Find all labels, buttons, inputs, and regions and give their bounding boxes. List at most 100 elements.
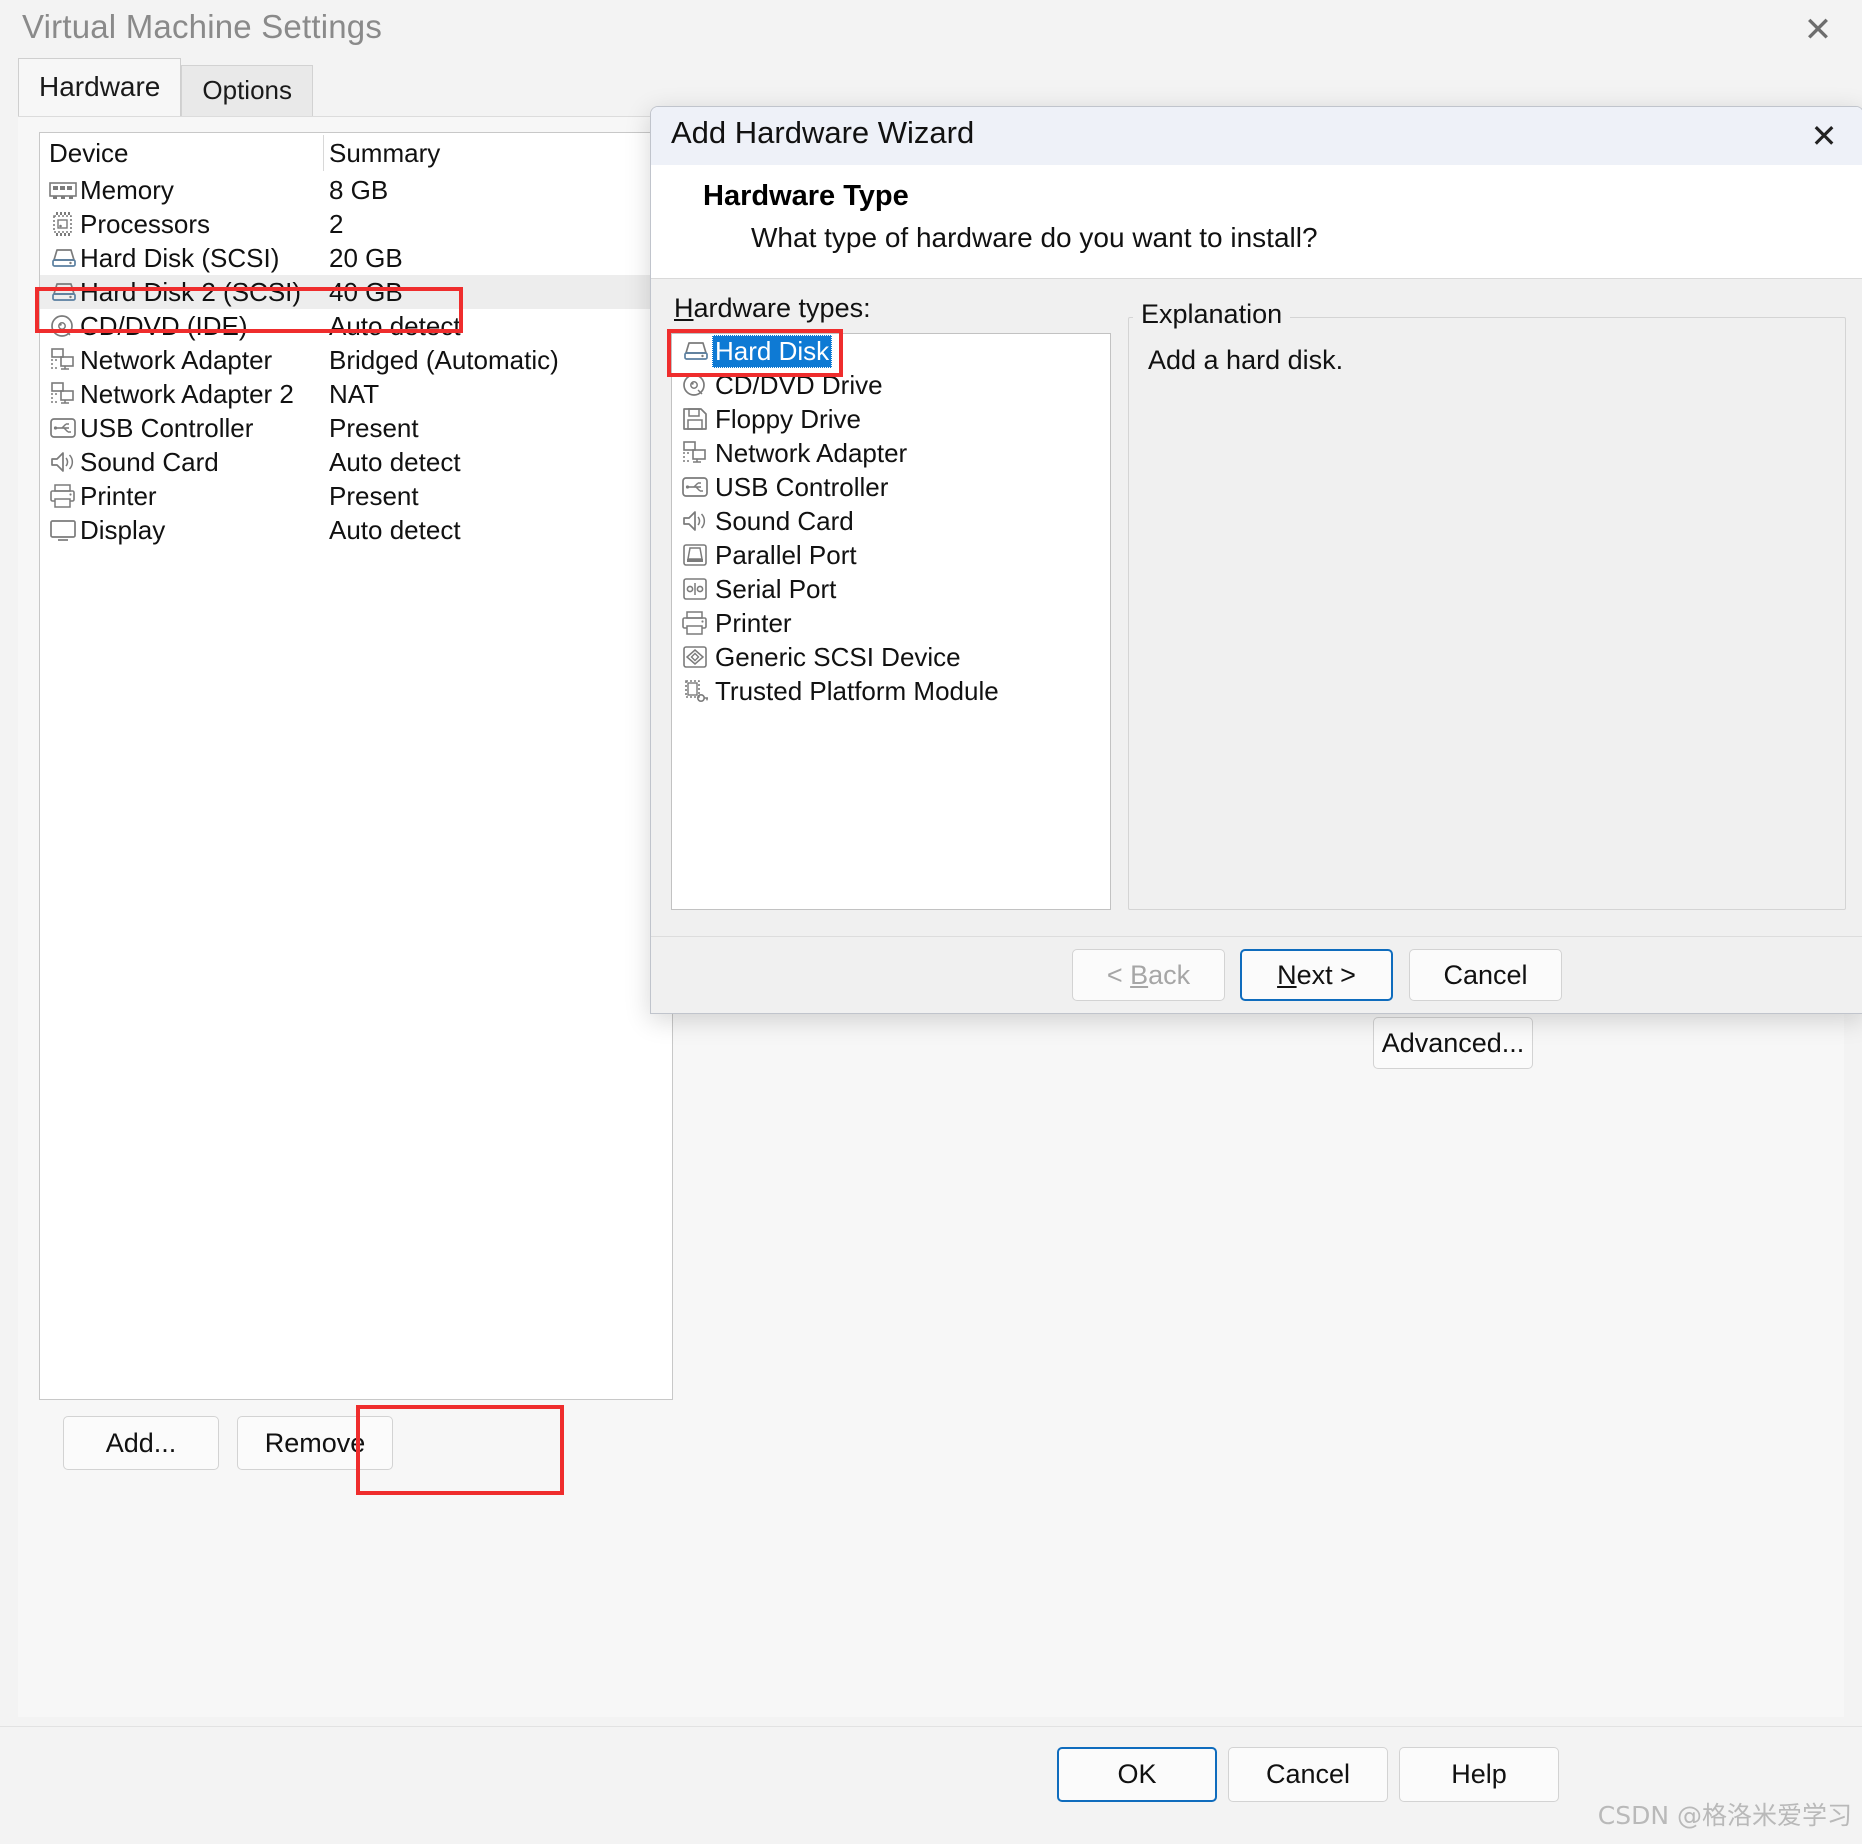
tabstrip: Hardware Options bbox=[18, 58, 313, 116]
memory-icon bbox=[46, 176, 80, 204]
device-summary: Auto detect bbox=[329, 310, 461, 341]
list-item[interactable]: CD/DVD Drive bbox=[672, 368, 1110, 402]
device-table-body: Memory 8 GB Processors 2 Hard Disk (SCSI) 20 … bbox=[40, 173, 672, 547]
hardware-type-label: Parallel Port bbox=[715, 539, 857, 570]
generic-scsi-icon bbox=[678, 643, 712, 671]
device-name: USB Controller bbox=[80, 412, 254, 443]
back-label-accel: B bbox=[1130, 959, 1149, 990]
usb-controller-icon bbox=[678, 473, 712, 501]
table-row[interactable]: USB Controller Present bbox=[40, 411, 672, 445]
network-adapter-icon bbox=[678, 439, 712, 467]
floppy-icon bbox=[678, 405, 712, 433]
hardware-types-list[interactable]: Hard Disk CD/DVD Drive Floppy Drive Network… bbox=[671, 333, 1111, 910]
ok-button[interactable]: OK bbox=[1057, 1747, 1217, 1802]
device-table[interactable]: Device Summary Memory 8 GB Processors 2 Hard… bbox=[39, 132, 673, 1400]
device-name: Processors bbox=[80, 208, 211, 239]
list-item[interactable]: Printer bbox=[672, 606, 1110, 640]
device-name: CD/DVD (IDE) bbox=[80, 310, 248, 341]
table-row[interactable]: Printer Present bbox=[40, 479, 672, 513]
list-item[interactable]: Hard Disk bbox=[672, 334, 1110, 368]
device-name: Sound Card bbox=[80, 446, 219, 477]
next-button[interactable]: Next > bbox=[1240, 949, 1393, 1001]
hardware-types-label-accel: H bbox=[674, 293, 694, 323]
list-item[interactable]: USB Controller bbox=[672, 470, 1110, 504]
device-summary: Auto detect bbox=[329, 514, 461, 545]
hardware-type-label: Trusted Platform Module bbox=[715, 675, 999, 706]
table-row[interactable]: Hard Disk (SCSI) 20 GB bbox=[40, 241, 672, 275]
hardware-type-label: Network Adapter bbox=[715, 437, 908, 468]
table-row[interactable]: Hard Disk 2 (SCSI) 40 GB bbox=[40, 275, 672, 309]
device-name: Display bbox=[80, 514, 166, 545]
close-icon[interactable]: ✕ bbox=[1799, 115, 1849, 157]
next-label-accel: N bbox=[1277, 959, 1297, 990]
explanation-groupbox bbox=[1128, 317, 1846, 910]
network-adapter-icon bbox=[46, 380, 80, 408]
advanced-button[interactable]: Advanced... bbox=[1373, 1017, 1533, 1069]
network-adapter-icon bbox=[46, 346, 80, 374]
back-label-rest: ack bbox=[1148, 959, 1191, 990]
tab-hardware[interactable]: Hardware bbox=[18, 58, 182, 116]
column-header-summary: Summary bbox=[329, 138, 441, 168]
add-hardware-wizard-dialog: Add Hardware Wizard ✕ Hardware Type What… bbox=[650, 106, 1862, 1014]
harddisk-icon bbox=[678, 337, 712, 365]
list-item[interactable]: Trusted Platform Module bbox=[672, 674, 1110, 708]
wizard-body: Hardware types: Hard Disk CD/DVD Drive Flo… bbox=[651, 279, 1862, 936]
wizard-footer: < Back Next > Cancel bbox=[651, 936, 1862, 1013]
add-button[interactable]: Add... bbox=[63, 1416, 219, 1470]
watermark-text: CSDN @格洛米爱学习 bbox=[1597, 1801, 1852, 1830]
device-name: Network Adapter 2 bbox=[80, 378, 294, 409]
list-item[interactable]: Parallel Port bbox=[672, 538, 1110, 572]
wizard-cancel-button[interactable]: Cancel bbox=[1409, 949, 1562, 1001]
sound-card-icon bbox=[46, 448, 80, 476]
printer-icon bbox=[678, 609, 712, 637]
device-name: Hard Disk 2 (SCSI) bbox=[80, 276, 302, 307]
window-titlebar: Virtual Machine Settings ✕ bbox=[0, 0, 1862, 66]
cddvd-icon bbox=[678, 371, 712, 399]
hardware-type-label: Serial Port bbox=[715, 573, 837, 604]
hardware-types-label: Hardware types: bbox=[674, 293, 871, 324]
tab-options[interactable]: Options bbox=[181, 65, 313, 116]
dialog-button-bar: OK Cancel Help CSDN @格洛米爱学习 bbox=[0, 1726, 1862, 1844]
table-row[interactable]: Processors 2 bbox=[40, 207, 672, 241]
table-row[interactable]: Sound Card Auto detect bbox=[40, 445, 672, 479]
table-row[interactable]: Network Adapter Bridged (Automatic) bbox=[40, 343, 672, 377]
table-row[interactable]: Network Adapter 2 NAT bbox=[40, 377, 672, 411]
wizard-title: Add Hardware Wizard bbox=[671, 115, 975, 150]
list-item[interactable]: Sound Card bbox=[672, 504, 1110, 538]
table-row[interactable]: Display Auto detect bbox=[40, 513, 672, 547]
help-button[interactable]: Help bbox=[1399, 1747, 1559, 1802]
printer-icon bbox=[46, 482, 80, 510]
serial-port-icon bbox=[678, 575, 712, 603]
list-item[interactable]: Serial Port bbox=[672, 572, 1110, 606]
explanation-legend: Explanation bbox=[1133, 299, 1291, 330]
table-row[interactable]: Memory 8 GB bbox=[40, 173, 672, 207]
device-table-header: Device Summary bbox=[40, 133, 672, 173]
processor-icon bbox=[46, 210, 80, 238]
hardware-type-label: USB Controller bbox=[715, 471, 889, 502]
list-item[interactable]: Network Adapter bbox=[672, 436, 1110, 470]
device-name: Printer bbox=[80, 480, 157, 511]
device-summary: NAT bbox=[329, 378, 380, 409]
device-summary: Bridged (Automatic) bbox=[329, 344, 559, 375]
table-row[interactable]: CD/DVD (IDE) Auto detect bbox=[40, 309, 672, 343]
hardware-type-label: Floppy Drive bbox=[715, 403, 861, 434]
list-item[interactable]: Floppy Drive bbox=[672, 402, 1110, 436]
display-icon bbox=[46, 516, 80, 544]
usb-controller-icon bbox=[46, 414, 80, 442]
list-item[interactable]: Generic SCSI Device bbox=[672, 640, 1110, 674]
device-name: Network Adapter bbox=[80, 344, 273, 375]
cancel-button[interactable]: Cancel bbox=[1228, 1747, 1388, 1802]
parallel-port-icon bbox=[678, 541, 712, 569]
remove-button[interactable]: Remove bbox=[237, 1416, 393, 1470]
device-summary: Present bbox=[329, 412, 419, 443]
close-icon[interactable]: ✕ bbox=[1792, 8, 1844, 52]
harddisk-icon bbox=[46, 278, 80, 306]
hardware-type-label: Generic SCSI Device bbox=[715, 641, 961, 672]
device-name: Memory bbox=[80, 174, 174, 205]
device-summary: 40 GB bbox=[329, 276, 403, 307]
back-button[interactable]: < Back bbox=[1072, 949, 1225, 1001]
hardware-type-label: Hard Disk bbox=[712, 334, 833, 368]
wizard-subheading: What type of hardware do you want to ins… bbox=[751, 222, 1318, 253]
hardware-type-label: CD/DVD Drive bbox=[715, 369, 883, 400]
next-label-rest: ext > bbox=[1296, 959, 1356, 990]
